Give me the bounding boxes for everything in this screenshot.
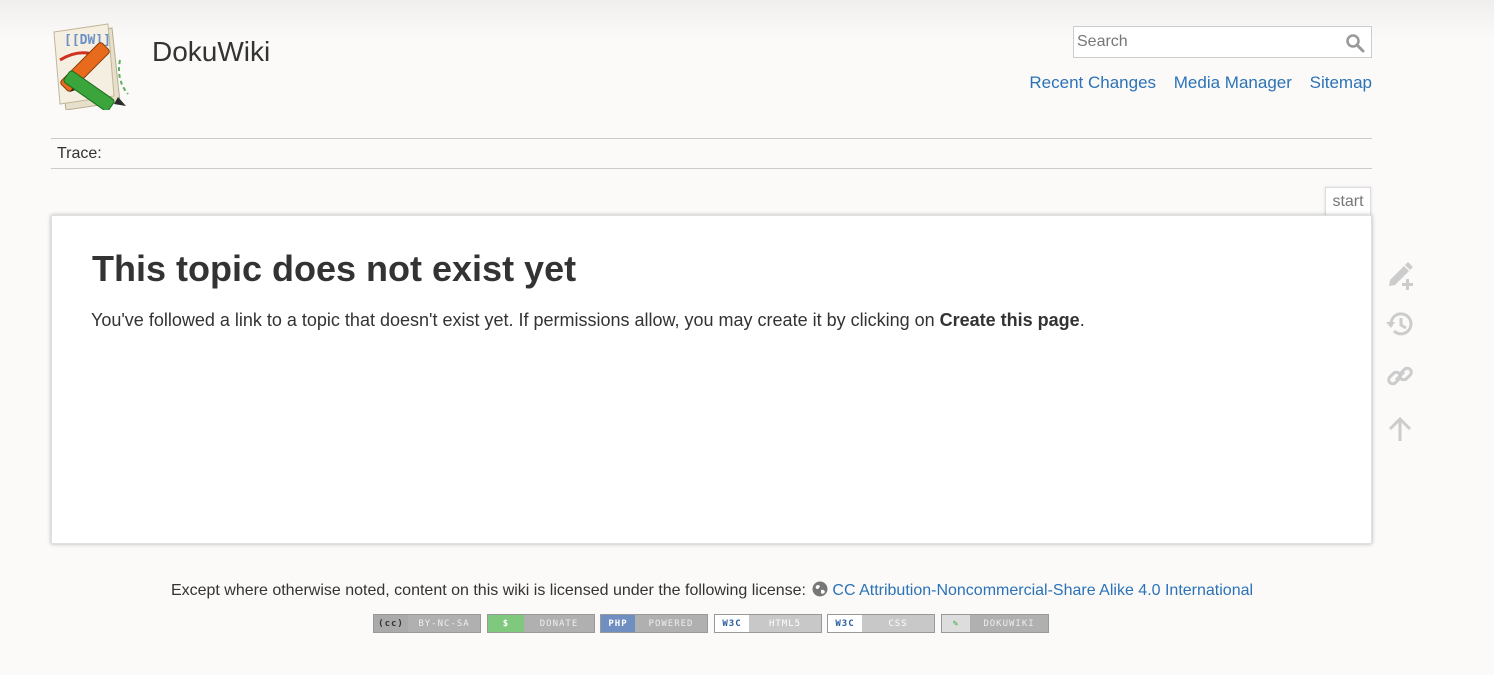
- donate-badge[interactable]: $ DONATE: [487, 614, 595, 633]
- badge-left: (cc): [374, 615, 408, 632]
- create-page-emphasis: Create this page: [939, 310, 1080, 330]
- create-page-button[interactable]: [1380, 256, 1420, 292]
- badge-left: W3C: [828, 615, 862, 632]
- badge-right: DOKUWIKI: [983, 618, 1035, 629]
- w3c-css-badge[interactable]: W3C CSS: [827, 614, 935, 633]
- w3c-html5-badge[interactable]: W3C HTML5: [714, 614, 822, 633]
- badge-left: W3C: [715, 615, 749, 632]
- badge-right: CSS: [888, 618, 908, 629]
- pencil-plus-icon: [1389, 262, 1413, 290]
- badge-right: DONATE: [539, 618, 579, 629]
- badge-right: POWERED: [648, 618, 694, 629]
- logo-icon: [[DW]]: [53, 23, 129, 112]
- sitemap-link[interactable]: Sitemap: [1310, 73, 1372, 92]
- license-link[interactable]: CC Attribution-Noncommercial-Share Alike…: [832, 582, 1253, 599]
- search-button[interactable]: [1345, 33, 1365, 53]
- breadcrumb-divider: [51, 168, 1372, 169]
- media-manager-link[interactable]: Media Manager: [1174, 73, 1292, 92]
- page-message: You've followed a link to a topic that d…: [91, 310, 1085, 331]
- badge-right: HTML5: [768, 618, 802, 629]
- search-input[interactable]: [1074, 27, 1340, 57]
- site-title[interactable]: DokuWiki: [152, 36, 270, 68]
- arrow-up-icon: [1388, 416, 1412, 441]
- badge-right: BY-NC-SA: [418, 618, 470, 629]
- backlinks-button[interactable]: [1380, 358, 1420, 394]
- back-to-top-button[interactable]: [1380, 411, 1420, 447]
- license-text: Except where otherwise noted, content on…: [170, 582, 806, 599]
- page-id-tab: start: [1325, 187, 1371, 216]
- license-notice: Except where otherwise noted, content on…: [0, 581, 1424, 600]
- history-icon: [1386, 312, 1413, 336]
- badge-left: PHP: [601, 615, 635, 632]
- site-tools: Recent Changes Media Manager Sitemap: [1016, 73, 1372, 93]
- badge-left: $: [488, 615, 524, 632]
- page-content: This topic does not exist yet You've fol…: [51, 215, 1372, 544]
- dokuwiki-badge[interactable]: ✎ DOKUWIKI: [941, 614, 1049, 633]
- message-period: .: [1079, 310, 1085, 330]
- php-powered-badge[interactable]: PHP POWERED: [600, 614, 708, 633]
- badge-left: ✎: [942, 615, 970, 632]
- search-icon: [1346, 34, 1365, 53]
- dokuwiki-logo[interactable]: [[DW]]: [50, 20, 142, 112]
- message-text: You've followed a link to a topic that d…: [91, 310, 940, 330]
- old-revisions-button[interactable]: [1380, 306, 1420, 342]
- header-divider: [51, 138, 1372, 139]
- search-box: [1073, 26, 1372, 58]
- page-heading: This topic does not exist yet: [92, 248, 577, 289]
- breadcrumb: Trace:: [57, 145, 102, 162]
- cc-license-badge[interactable]: (cc) BY-NC-SA: [373, 614, 481, 633]
- globe-icon: [812, 581, 828, 597]
- link-icon: [1387, 366, 1413, 386]
- recent-changes-link[interactable]: Recent Changes: [1029, 73, 1156, 92]
